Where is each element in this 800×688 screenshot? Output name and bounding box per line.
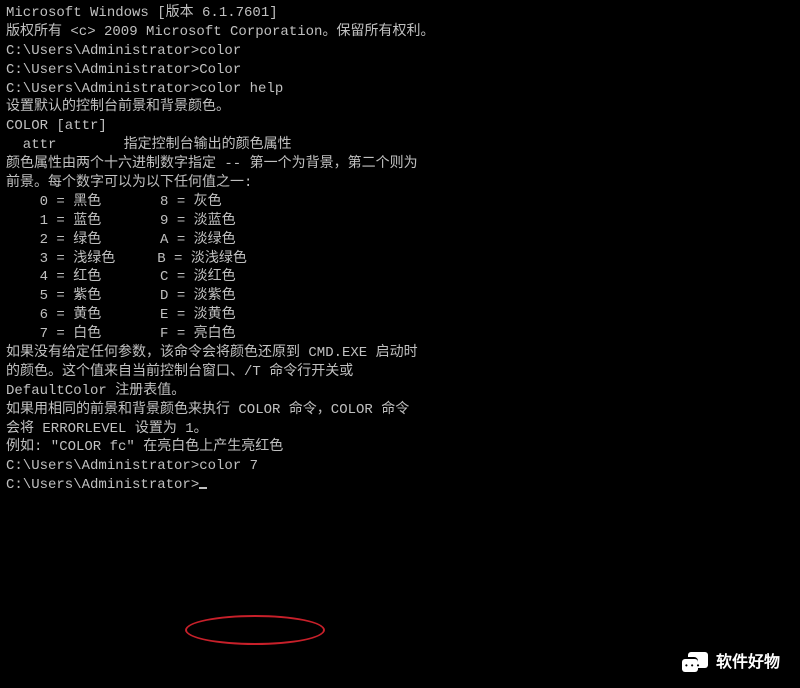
wechat-icon: ••• <box>682 652 708 674</box>
current-prompt[interactable]: C:\Users\Administrator> <box>6 476 794 495</box>
prompt-line: C:\Users\Administrator>Color <box>6 61 794 80</box>
help-text: 颜色属性由两个十六进制数字指定 -- 第一个为背景，第二个则为 <box>6 155 794 174</box>
prompt-text: C:\Users\Administrator> <box>6 477 199 493</box>
copyright-line: 版权所有 <c> 2009 Microsoft Corporation。保留所有… <box>6 23 794 42</box>
color-row: 4 = 红色 C = 淡红色 <box>6 268 794 287</box>
help-text: 如果没有给定任何参数，该命令会将颜色还原到 CMD.EXE 启动时 <box>6 344 794 363</box>
help-description: 设置默认的控制台前景和背景颜色。 <box>6 98 794 117</box>
watermark: ••• 软件好物 <box>682 652 780 674</box>
help-text: 前景。每个数字可以为以下任何值之一: <box>6 174 794 193</box>
version-line: Microsoft Windows [版本 6.1.7601] <box>6 4 794 23</box>
color-row: 1 = 蓝色 9 = 淡蓝色 <box>6 212 794 231</box>
annotation-ellipse <box>185 615 325 645</box>
cursor-icon <box>199 487 207 489</box>
color-row: 3 = 浅绿色 B = 淡浅绿色 <box>6 250 794 269</box>
color-row: 6 = 黄色 E = 淡黄色 <box>6 306 794 325</box>
watermark-text: 软件好物 <box>716 652 780 674</box>
prompt-line-highlighted: C:\Users\Administrator>color 7 <box>6 457 794 476</box>
color-row: 0 = 黑色 8 = 灰色 <box>6 193 794 212</box>
color-row: 2 = 绿色 A = 淡绿色 <box>6 231 794 250</box>
terminal-output: Microsoft Windows [版本 6.1.7601] 版权所有 <c>… <box>6 4 794 495</box>
help-attr: attr 指定控制台输出的颜色属性 <box>6 136 794 155</box>
help-text: 如果用相同的前景和背景颜色来执行 COLOR 命令，COLOR 命令 <box>6 401 794 420</box>
help-text: DefaultColor 注册表值。 <box>6 382 794 401</box>
color-row: 7 = 白色 F = 亮白色 <box>6 325 794 344</box>
help-example: 例如: "COLOR fc" 在亮白色上产生亮红色 <box>6 438 794 457</box>
prompt-line: C:\Users\Administrator>color help <box>6 80 794 99</box>
help-text: 会将 ERRORLEVEL 设置为 1。 <box>6 420 794 439</box>
help-syntax: COLOR [attr] <box>6 117 794 136</box>
color-row: 5 = 紫色 D = 淡紫色 <box>6 287 794 306</box>
prompt-line: C:\Users\Administrator>color <box>6 42 794 61</box>
help-text: 的颜色。这个值来自当前控制台窗口、/T 命令行开关或 <box>6 363 794 382</box>
